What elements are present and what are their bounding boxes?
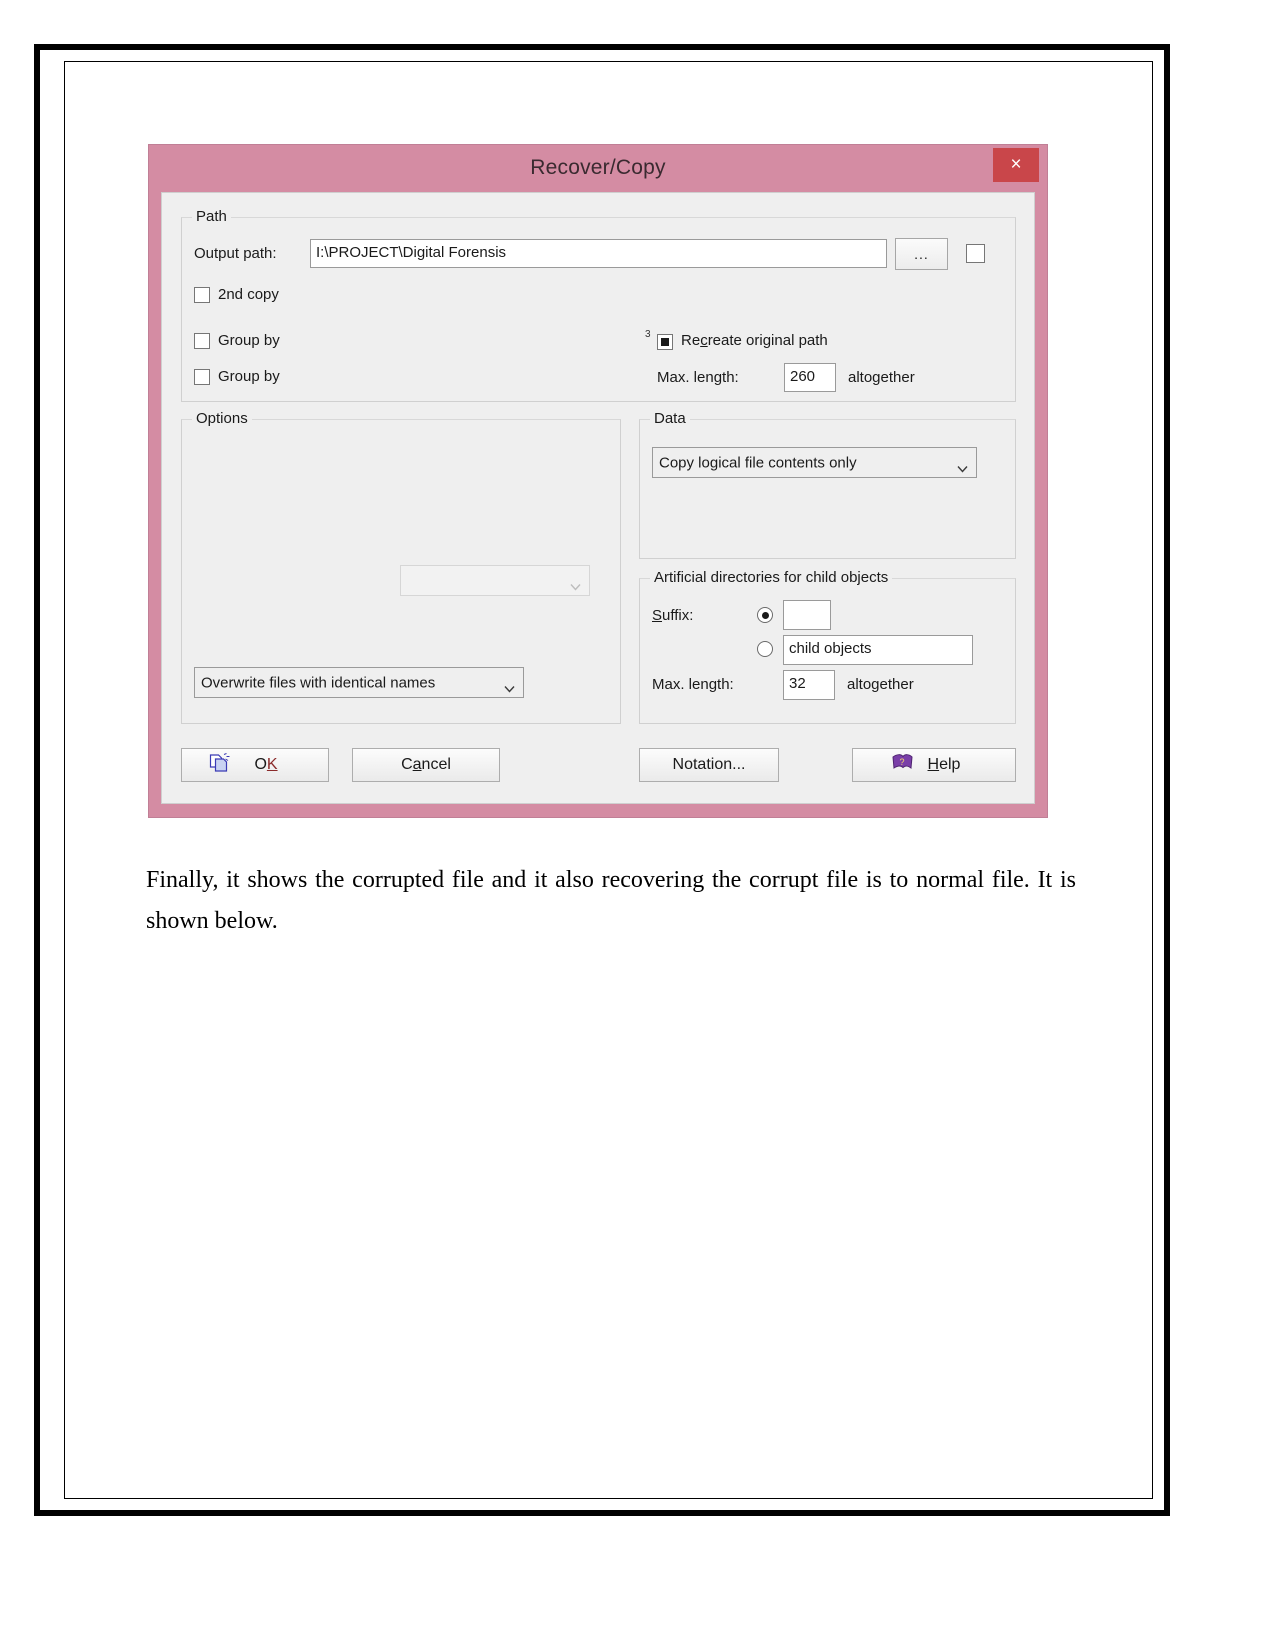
page-paragraph: Finally, it shows the corrupted file and… [146,867,1076,934]
browse-button[interactable]: ... [895,238,948,270]
artificial-altogether-label: altogether [847,676,914,693]
suffix-preset-input[interactable]: child objects [783,635,973,665]
document-page-border: Recover/Copy × Path Output path: I:\PROJ… [34,44,1170,1516]
group-by-2-checkbox[interactable] [194,369,210,385]
options-group: Options Overwrite files with identical n… [181,410,621,724]
artificial-max-length-label: Max. length: [652,676,734,693]
group-by-1-checkbox[interactable] [194,333,210,349]
data-group: Data Copy logical file contents only [639,410,1016,559]
browse-button-label: ... [914,246,929,262]
second-copy-label: 2nd copy [218,286,279,303]
recreate-label-accesskey: c [700,332,708,349]
output-path-input[interactable]: I:\PROJECT\Digital Forensis [310,239,887,268]
recreate-footnote-marker: 3 [645,329,651,340]
help-button-label: Help [853,756,1015,774]
path-extra-checkbox[interactable] [966,244,985,263]
artificial-directories-group: Artificial directories for child objects… [639,569,1016,724]
suffix-preset-radio[interactable] [757,641,773,657]
artificial-max-length-input[interactable]: 32 [783,670,835,700]
path-altogether-label: altogether [848,369,915,386]
help-button[interactable]: ? Help [852,748,1016,782]
dialog-title: Recover/Copy [530,156,666,179]
dialog-body: Path Output path: I:\PROJECT\Digital For… [161,192,1035,804]
ok-label-accesskey: K [266,756,278,773]
chevron-down-icon [570,577,581,591]
group-by-2-label: Group by [218,368,280,385]
close-icon[interactable]: × [993,148,1039,182]
path-group: Path Output path: I:\PROJECT\Digital For… [181,208,1016,402]
notation-button[interactable]: Notation... [639,748,779,782]
recreate-original-path-label: Recreate original path [681,332,828,349]
suffix-label: Suffix: [652,607,693,624]
data-mode-dropdown[interactable]: Copy logical file contents only [652,447,977,478]
path-group-legend: Path [192,208,231,225]
recreate-original-path-checkbox[interactable] [657,334,673,350]
cancel-label-pre: C [401,756,413,773]
help-label-accesskey: H [927,756,940,773]
ok-button[interactable]: OK [181,748,329,782]
cancel-button[interactable]: Cancel [352,748,500,782]
help-label-post: elp [939,756,961,773]
cancel-button-label: Cancel [353,756,499,774]
suffix-custom-radio[interactable] [757,607,773,623]
group-by-1-label: Group by [218,332,280,349]
options-group-legend: Options [192,410,252,427]
data-mode-dropdown-value: Copy logical file contents only [659,454,857,471]
cancel-label-post: ncel [421,756,451,773]
cancel-label-accesskey: a [412,756,422,773]
overwrite-mode-dropdown[interactable]: Overwrite files with identical names [194,667,524,698]
notation-button-label: Notation... [672,756,746,773]
path-max-length-input[interactable]: 260 [784,363,836,392]
options-empty-dropdown[interactable] [400,565,590,596]
chevron-down-icon [504,679,515,693]
data-group-legend: Data [650,410,690,427]
chevron-down-icon [957,459,968,473]
second-copy-checkbox[interactable] [194,287,210,303]
path-max-length-label: Max. length: [657,369,739,386]
suffix-custom-input[interactable] [783,600,831,630]
output-path-label: Output path: [194,245,277,262]
overwrite-mode-dropdown-value: Overwrite files with identical names [201,674,436,691]
recreate-label-post: reate original path [707,332,828,349]
recreate-label-pre: Re [681,332,701,349]
recover-copy-dialog: Recover/Copy × Path Output path: I:\PROJ… [149,145,1047,817]
dialog-titlebar: Recover/Copy × [149,145,1047,192]
suffix-label-rest: uffix: [662,607,694,624]
ok-label-pre: O [254,756,267,773]
artificial-directories-legend: Artificial directories for child objects [650,569,893,586]
ok-button-label: OK [182,756,328,774]
suffix-label-accesskey: S [652,607,663,624]
